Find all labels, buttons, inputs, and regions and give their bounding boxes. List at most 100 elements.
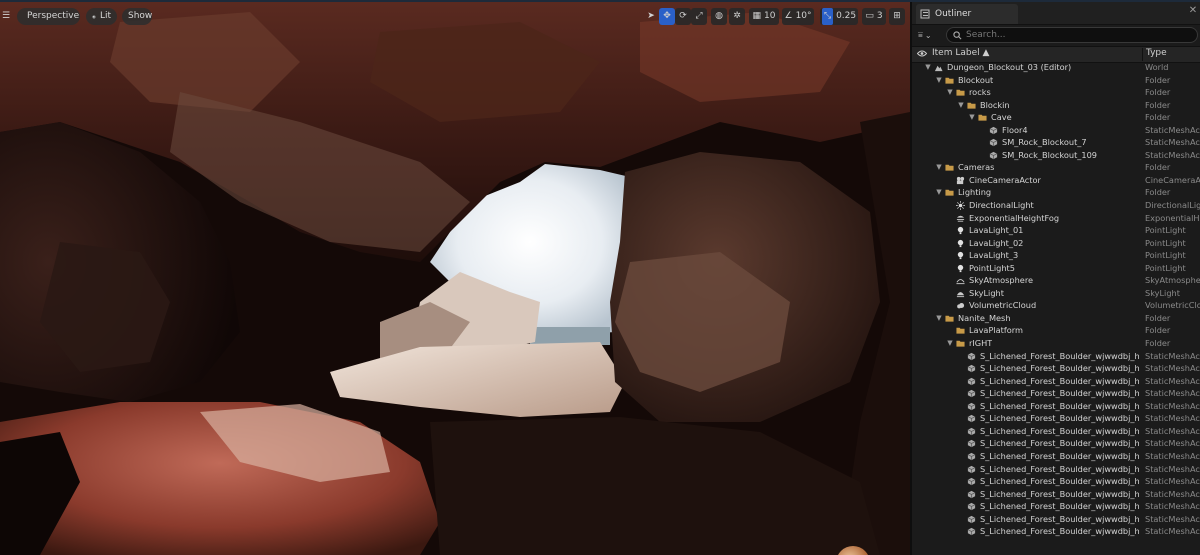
perspective-button[interactable]: Perspective xyxy=(17,8,80,25)
search-input[interactable] xyxy=(966,30,1186,40)
grid-snap-value: 10 xyxy=(764,11,776,21)
outliner-row[interactable]: SkyLight SkyLight xyxy=(912,287,1200,300)
maximize-viewport-button[interactable]: ⊞ xyxy=(889,8,905,25)
outliner-row[interactable]: S_Lichened_Forest_Boulder_wjwwdbj_high_V… xyxy=(912,350,1200,363)
cave-scene xyxy=(0,2,910,555)
outliner-row[interactable]: Floor4 StaticMeshActor xyxy=(912,124,1200,137)
camera-icon xyxy=(956,176,965,185)
outliner-row[interactable]: S_Lichened_Forest_Boulder_wjwwdbj_high_V… xyxy=(912,475,1200,488)
chevron-down-icon: ⌄ xyxy=(924,30,932,40)
expand-arrow-icon[interactable]: ▼ xyxy=(935,161,943,174)
folder-icon xyxy=(978,113,987,122)
expand-arrow-icon[interactable]: ▼ xyxy=(946,337,954,350)
static-mesh-icon xyxy=(967,389,976,398)
expand-arrow-icon[interactable]: ▼ xyxy=(935,312,943,325)
outliner-row-type: StaticMeshActor xyxy=(1145,413,1200,424)
expand-arrow-icon[interactable]: ▼ xyxy=(957,99,965,112)
expand-arrow-icon[interactable]: ▼ xyxy=(968,111,976,124)
hamburger-icon: ☰ xyxy=(1,11,11,21)
outliner-row-type: World xyxy=(1145,62,1169,72)
outliner-row[interactable]: S_Lichened_Forest_Boulder_wjwwdbj_high_V… xyxy=(912,387,1200,400)
close-icon[interactable]: ✕ xyxy=(1186,5,1200,16)
lit-button[interactable]: Lit xyxy=(86,8,117,25)
rotation-snap-button[interactable]: ∠ 10° xyxy=(782,8,814,25)
outliner-row-label: SM_Rock_Blockout_109 xyxy=(1002,149,1098,160)
outliner-row[interactable]: ▼ Cameras Folder xyxy=(912,161,1200,174)
outliner-tab-label: Outliner xyxy=(935,9,972,19)
static-mesh-icon xyxy=(967,477,976,486)
outliner-row[interactable]: SM_Rock_Blockout_7 StaticMeshActor xyxy=(912,136,1200,149)
outliner-row[interactable]: LavaLight_01 PointLight xyxy=(912,224,1200,237)
world-local-button[interactable]: ◍ xyxy=(711,8,727,25)
outliner-row[interactable]: S_Lichened_Forest_Boulder_wjwwdbj_high_V… xyxy=(912,450,1200,463)
type-column-header[interactable]: Type xyxy=(1142,48,1167,61)
level-viewport[interactable]: ☰ Perspective Lit Show ➤ ✥ ⟳ ⤢ ◍ ✲ ▦ 10 ∠… xyxy=(0,2,910,555)
visibility-header-icon[interactable] xyxy=(916,49,928,61)
outliner-row-type: StaticMeshActor xyxy=(1145,476,1200,487)
outliner-row[interactable]: S_Lichened_Forest_Boulder_wjwwdbj_high_V… xyxy=(912,488,1200,501)
outliner-row[interactable]: ▼ rIGHT Folder xyxy=(912,337,1200,350)
outliner-row[interactable]: ▼ Lighting Folder xyxy=(912,186,1200,199)
surface-snap-button[interactable]: ✲ xyxy=(729,8,745,25)
outliner-tree: ▼ Dungeon_Blockout_03 (Editor) World ▼ Block… xyxy=(912,61,1200,538)
point-light-icon xyxy=(956,239,965,248)
camera-speed-button[interactable]: ▭ 3 xyxy=(862,8,886,25)
viewport-menu-button[interactable]: ☰ xyxy=(0,8,12,25)
folder-icon xyxy=(967,101,976,110)
show-button[interactable]: Show xyxy=(122,8,152,25)
outliner-row[interactable]: SkyAtmosphere SkyAtmosphere xyxy=(912,274,1200,287)
outliner-row[interactable]: ▼ Nanite_Mesh Folder xyxy=(912,312,1200,325)
scale-tool-button[interactable]: ⤢ xyxy=(691,8,707,25)
outliner-row[interactable]: S_Lichened_Forest_Boulder_wjwwdbj_high_V… xyxy=(912,500,1200,513)
item-label-column-header[interactable]: Item Label ▲ xyxy=(932,48,989,58)
rotate-tool-button[interactable]: ⟳ xyxy=(675,8,691,25)
outliner-row[interactable]: PointLight5 PointLight xyxy=(912,262,1200,275)
outliner-row[interactable]: S_Lichened_Forest_Boulder_wjwwdbj_high_V… xyxy=(912,525,1200,538)
folder-icon xyxy=(956,326,965,335)
outliner-row[interactable]: S_Lichened_Forest_Boulder_wjwwdbj_high_V… xyxy=(912,412,1200,425)
translate-tool-button[interactable]: ✥ xyxy=(659,8,675,25)
expand-arrow-icon[interactable]: ▼ xyxy=(946,86,954,99)
select-tool-button[interactable]: ➤ xyxy=(643,8,659,25)
outliner-row[interactable]: S_Lichened_Forest_Boulder_wjwwdbj_high_V… xyxy=(912,425,1200,438)
outliner-row[interactable]: LavaLight_02 PointLight xyxy=(912,237,1200,250)
static-mesh-icon xyxy=(967,364,976,373)
outliner-row-label: Cave xyxy=(991,112,1012,123)
outliner-row[interactable]: ▼ Dungeon_Blockout_03 (Editor) World xyxy=(912,61,1200,74)
outliner-row[interactable]: LavaLight_3 PointLight xyxy=(912,249,1200,262)
outliner-row[interactable]: ▼ rocks Folder xyxy=(912,86,1200,99)
filter-button[interactable]: ⩸ ⌄ xyxy=(918,27,944,43)
outliner-row-label: rocks xyxy=(969,87,991,98)
outliner-row[interactable]: S_Lichened_Forest_Boulder_wjwwdbj_high_V… xyxy=(912,400,1200,413)
outliner-row-label: S_Lichened_Forest_Boulder_wjwwdbj_high_V xyxy=(980,526,1140,537)
expand-arrow-icon[interactable]: ▼ xyxy=(935,186,943,199)
outliner-row-type: CineCameraActor xyxy=(1145,174,1200,185)
outliner-row-label: ExponentialHeightFog xyxy=(969,212,1060,223)
outliner-row[interactable]: SM_Rock_Blockout_109 StaticMeshActor xyxy=(912,149,1200,162)
outliner-row[interactable]: VolumetricCloud VolumetricCloud xyxy=(912,299,1200,312)
outliner-row-label: SkyAtmosphere xyxy=(969,275,1034,286)
outliner-tab[interactable]: Outliner xyxy=(916,4,1018,24)
outliner-row[interactable]: ▼ Blockin Folder xyxy=(912,99,1200,112)
lit-label: Lit xyxy=(99,11,111,21)
outliner-row[interactable]: S_Lichened_Forest_Boulder_wjwwdbj_high_V… xyxy=(912,362,1200,375)
static-mesh-icon xyxy=(967,527,976,536)
outliner-row[interactable]: ExponentialHeightFog ExponentialHeightFog xyxy=(912,212,1200,225)
outliner-row[interactable]: S_Lichened_Forest_Boulder_wjwwdbj_high_V… xyxy=(912,513,1200,526)
folder-icon xyxy=(956,88,965,97)
outliner-row-type: StaticMeshActor xyxy=(1145,149,1200,160)
outliner-row[interactable]: LavaPlatform Folder xyxy=(912,324,1200,337)
outliner-row[interactable]: S_Lichened_Forest_Boulder_wjwwdbj_high_V… xyxy=(912,463,1200,476)
outliner-row[interactable]: DirectionalLight DirectionalLight xyxy=(912,199,1200,212)
outliner-row-type: Folder xyxy=(1145,312,1171,323)
outliner-row[interactable]: S_Lichened_Forest_Boulder_wjwwdbj_high_V… xyxy=(912,375,1200,388)
expand-arrow-icon[interactable]: ▼ xyxy=(935,74,943,87)
outliner-tab-bar: Outliner ✕ xyxy=(912,2,1200,25)
outliner-row[interactable]: S_Lichened_Forest_Boulder_wjwwdbj_high_V… xyxy=(912,437,1200,450)
outliner-row[interactable]: ▼ Cave Folder xyxy=(912,111,1200,124)
outliner-row[interactable]: CineCameraActor CineCameraActor xyxy=(912,174,1200,187)
grid-snap-button[interactable]: ▦ 10 xyxy=(749,8,779,25)
expand-arrow-icon[interactable]: ▼ xyxy=(924,61,932,74)
scale-snap-button[interactable]: ⤡ 0.25 xyxy=(820,8,858,25)
outliner-row[interactable]: ▼ Blockout Folder xyxy=(912,74,1200,87)
